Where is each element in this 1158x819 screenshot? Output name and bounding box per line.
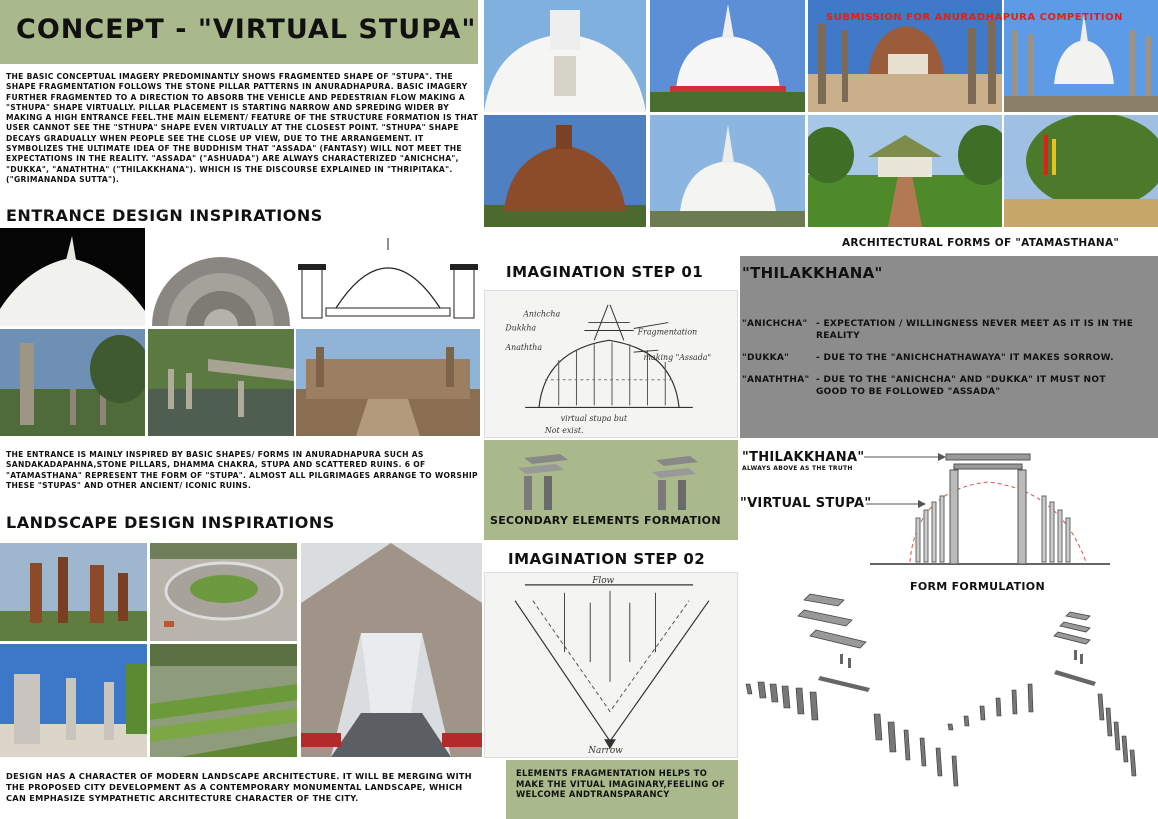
entrance-paragraph: THE ENTRANCE IS MAINLY INSPIRED BY BASIC… — [6, 450, 478, 490]
step2-caption: ELEMENTS FRAGMENTATION HELPS TO MAKE THE… — [516, 768, 726, 799]
step2-caption-panel: ELEMENTS FRAGMENTATION HELPS TO MAKE THE… — [506, 760, 738, 819]
thilakkhana-term: "ANATHTHA" — [742, 375, 810, 385]
thilakkhana-item-anaththa: "ANATHTHA" - DUE TO THE "ANICHCHA" AND "… — [742, 374, 1156, 398]
step1-sketch: Anichcha Dukkha Anaththa Fragmentation m… — [484, 290, 738, 438]
submission-label: SUBMISSION FOR ANURADHAPURA COMPETITION — [826, 12, 1124, 23]
thilakkhana-definition: - EXPECTATION / WILLINGNESS NEVER MEET A… — [816, 319, 1134, 341]
bodhi-tree-photo — [1004, 115, 1158, 227]
form-formulation-diagram — [864, 453, 1110, 565]
exploded-axonometric-diagram — [745, 593, 1137, 787]
thilakkhana-term: "ANICHCHA" — [742, 319, 808, 329]
sketch-label-anaththa: Anaththa — [504, 343, 542, 352]
title-banner: CONCEPT - "VIRTUAL STUPA" — [0, 0, 478, 64]
white-stupa-photo — [650, 0, 805, 112]
step2-heading: IMAGINATION STEP 02 — [508, 550, 706, 568]
ruins-water-photo — [148, 329, 294, 436]
atamasthana-caption: ARCHITECTURAL FORMS OF "ATAMASTHANA" — [842, 237, 1120, 249]
thilakkhana-list: "ANICHCHA" - EXPECTATION / WILLINGNESS N… — [742, 318, 1156, 398]
rust-panels-photo — [0, 543, 147, 641]
sketch-label-fragmentation: Fragmentation — [637, 327, 698, 336]
thilakkhana-term: "DUKKA" — [742, 353, 790, 363]
sketch-label-narrow: Narrow — [587, 746, 623, 756]
thilakkhana-panel: "THILAKKHANA" "ANICHCHA" - EXPECTATION /… — [740, 256, 1158, 438]
entrance-heading: ENTRANCE DESIGN INSPIRATIONS — [6, 206, 323, 225]
sketch-label-not-exist: Not exist. — [544, 426, 584, 435]
sketch-label-making: making "Assada" — [644, 353, 712, 362]
step2-sketch: Flow Narrow — [484, 572, 738, 758]
secondary-elements-panel: SECONDARY ELEMENTS FORMATION — [484, 440, 738, 540]
moonstone-photo — [148, 228, 294, 326]
landscape-heading: LANDSCAPE DESIGN INSPIRATIONS — [6, 513, 335, 532]
vatadage-ruins-photo — [296, 329, 480, 436]
lawn-temple-photo — [808, 115, 1002, 227]
landscape-paragraph: DESIGN HAS A CHARACTER OF MODERN LANDSCA… — [6, 771, 472, 803]
sketch-label-anichcha: Anichcha — [522, 310, 560, 319]
thilakkhana-item-dukka: "DUKKA" - DUE TO THE "ANICHCHATHAWAYA" I… — [742, 352, 1156, 364]
step1-heading: IMAGINATION STEP 01 — [506, 263, 704, 281]
thilakkhana-item-anichcha: "ANICHCHA" - EXPECTATION / WILLINGNESS N… — [742, 318, 1156, 342]
ruwanwelisaya-photo — [484, 0, 646, 112]
circular-plaza-photo — [150, 543, 297, 641]
thilakkhana-definition: - DUE TO THE "ANICHCHA" AND "DUKKA" IT M… — [816, 375, 1106, 397]
stupa-dome-photo — [0, 228, 145, 326]
thilakkhana-definition: - DUE TO THE "ANICHCHATHAWAYA" IT MAKES … — [816, 353, 1114, 363]
sanchi-stupa-drawing — [296, 228, 480, 326]
secondary-elements-label: SECONDARY ELEMENTS FORMATION — [490, 514, 721, 527]
sketch-label-flow: Flow — [591, 576, 614, 586]
concept-paragraph: THE BASIC CONCEPTUAL IMAGERY PREDOMINANT… — [6, 72, 479, 184]
mirisawetiya-photo — [650, 115, 805, 227]
page-title: CONCEPT - "VIRTUAL STUPA" — [16, 14, 477, 45]
terraced-garden-photo — [150, 644, 297, 757]
pillar-gateway-render — [301, 543, 482, 757]
jetavana-photo — [484, 115, 646, 227]
stone-pillars-photo — [0, 329, 145, 436]
memorial-slabs-photo — [0, 644, 147, 757]
thilakkhana-heading: "THILAKKHANA" — [742, 264, 883, 282]
sketch-label-dukkha: Dukkha — [504, 323, 536, 332]
sketch-label-virtual: virtual stupa but — [561, 414, 628, 423]
